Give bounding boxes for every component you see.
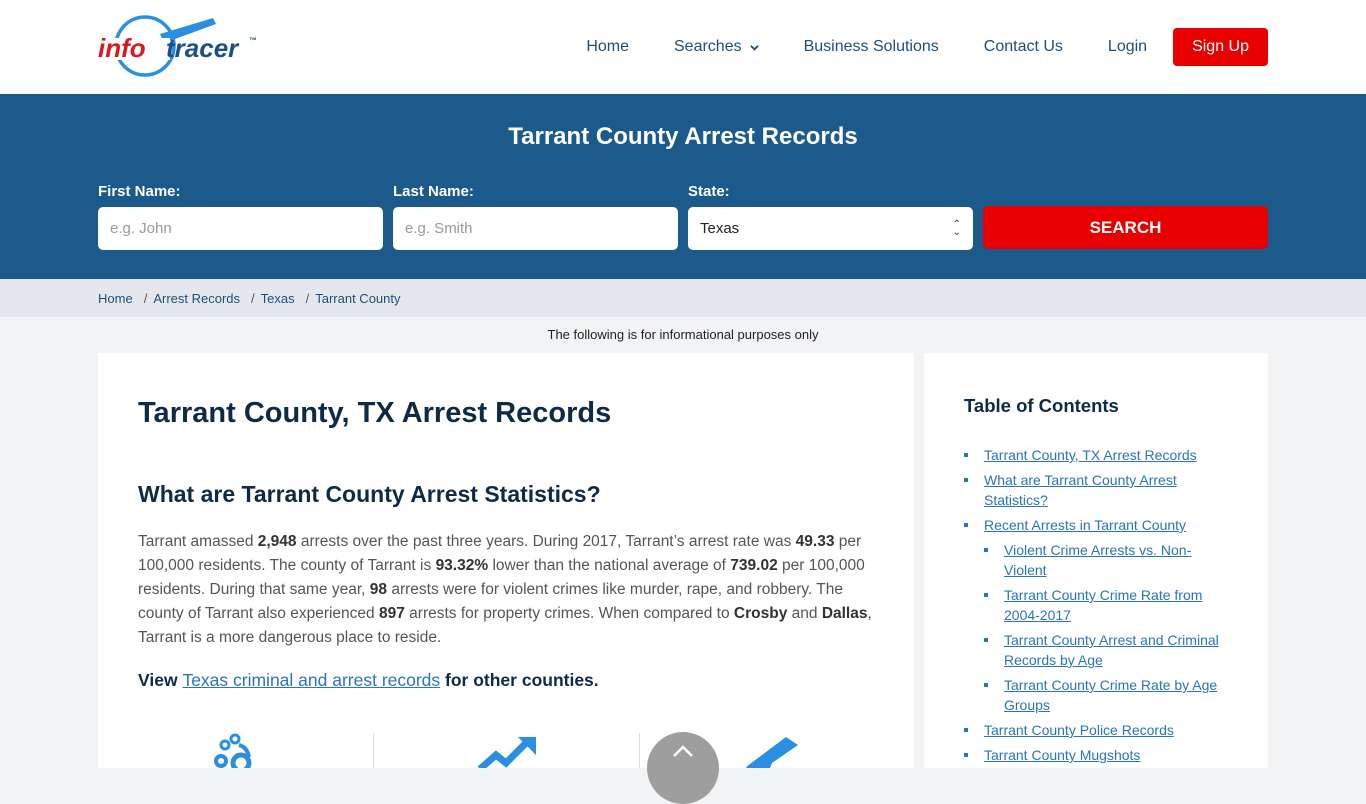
- toc-link[interactable]: Tarrant County Arrest and Criminal Recor…: [1004, 632, 1219, 668]
- nav-home-label: Home: [586, 38, 629, 55]
- breadcrumb-arrest-records[interactable]: Arrest Records: [153, 291, 240, 306]
- toc-link[interactable]: Tarrant County Mugshots: [984, 747, 1140, 763]
- arrest-rate: 49.33: [795, 533, 835, 550]
- last-name-input[interactable]: [405, 220, 666, 237]
- property-arrests: 897: [378, 605, 405, 622]
- toc-link[interactable]: What are Tarrant County Arrest Statistic…: [984, 472, 1177, 508]
- informational-notice: The following is for informational purpo…: [547, 327, 819, 342]
- state-label: State:: [688, 183, 730, 200]
- logo-info-text: info: [98, 33, 146, 63]
- back-to-top-button[interactable]: [647, 732, 719, 804]
- text: Tarrant amassed: [138, 533, 258, 550]
- last-name-box: [393, 207, 678, 250]
- violent-arrests: 98: [369, 581, 388, 598]
- nav-searches-label: Searches: [674, 38, 742, 55]
- page-title: Tarrant County, TX Arrest Records: [138, 397, 612, 429]
- trademark: ™: [249, 36, 257, 45]
- trend-up-icon: [477, 737, 536, 768]
- toc-link[interactable]: Violent Crime Arrests vs. Non-Violent: [1004, 542, 1191, 578]
- toc-subitem: Violent Crime Arrests vs. Non-Violent: [984, 540, 1228, 580]
- chevron-up-icon: [673, 745, 693, 757]
- stats-divider: [373, 733, 374, 768]
- national-average: 739.02: [730, 557, 778, 574]
- state-select[interactable]: Texas ⌃ ⌄: [688, 207, 973, 250]
- breadcrumb-texas[interactable]: Texas: [261, 291, 295, 306]
- view-other-counties: View Texas criminal and arrest records f…: [138, 670, 874, 691]
- compare-county-1: Crosby: [733, 605, 788, 622]
- nav-home[interactable]: Home: [586, 38, 629, 56]
- text: arrests over the past three years. Durin…: [296, 533, 796, 550]
- section-title: What are Tarrant County Arrest Statistic…: [138, 481, 601, 507]
- signup-label: Sign Up: [1192, 38, 1249, 55]
- nav-contact-us[interactable]: Contact Us: [984, 38, 1063, 56]
- state-select-value: Texas: [700, 220, 740, 237]
- toc-item: Tarrant County Police Records: [964, 720, 1228, 740]
- toc-link[interactable]: Tarrant County Crime Rate by Age Groups: [1004, 677, 1217, 713]
- signup-button[interactable]: Sign Up: [1173, 28, 1268, 66]
- breadcrumb-separator: /: [305, 290, 310, 306]
- article-content: Tarrant County, TX Arrest Records What a…: [98, 353, 914, 768]
- first-name-field: First Name:: [98, 183, 383, 250]
- state-field: State: Texas ⌃ ⌄: [688, 183, 973, 250]
- toc-item: Recent Arrests in Tarrant County: [964, 515, 1228, 535]
- logo-tracer-text: tracer: [166, 33, 240, 63]
- first-name-box: [98, 207, 383, 250]
- nav-searches[interactable]: Searches: [674, 38, 759, 56]
- chevron-down-icon: [749, 44, 759, 51]
- first-name-input[interactable]: [110, 220, 371, 237]
- stats-icons-row: [138, 733, 878, 768]
- nav-business-label: Business Solutions: [803, 38, 939, 55]
- statistics-paragraph: Tarrant amassed 2,948 arrests over the p…: [138, 530, 874, 650]
- toc-subitem: Tarrant County Crime Rate from 2004-2017: [984, 585, 1228, 625]
- text: lower than the national average of: [488, 557, 731, 574]
- breadcrumb-tarrant-county[interactable]: Tarrant County: [315, 291, 400, 306]
- view-suffix: for other counties.: [440, 670, 599, 690]
- nav-login[interactable]: Login: [1108, 38, 1147, 56]
- toc-link[interactable]: Tarrant County, TX Arrest Records: [984, 447, 1197, 463]
- breadcrumb-separator: /: [143, 290, 148, 306]
- percent-lower: 93.32%: [435, 557, 489, 574]
- texas-records-link[interactable]: Texas criminal and arrest records: [182, 670, 440, 690]
- toc-item: Tarrant County, TX Arrest Records: [964, 445, 1228, 465]
- toc-item: Tarrant County Mugshots: [964, 745, 1228, 765]
- nav-contact-label: Contact Us: [983, 38, 1063, 55]
- toc-link[interactable]: Tarrant County Police Records: [984, 722, 1174, 738]
- toc-item: What are Tarrant County Arrest Statistic…: [964, 470, 1228, 510]
- view-prefix: View: [138, 670, 183, 690]
- table-of-contents: Table of Contents Tarrant County, TX Arr…: [924, 353, 1268, 768]
- last-name-label: Last Name:: [393, 183, 474, 200]
- search-hero: Tarrant County Arrest Records First Name…: [0, 94, 1366, 279]
- text: arrests for property crimes. When compar…: [404, 605, 734, 622]
- toc-link[interactable]: Tarrant County Crime Rate from 2004-2017: [1004, 587, 1202, 623]
- toc-title: Table of Contents: [964, 395, 1119, 416]
- toc-list: Tarrant County, TX Arrest Records What a…: [964, 445, 1228, 765]
- gun-icon: [746, 737, 798, 768]
- hero-title: Tarrant County Arrest Records: [508, 123, 858, 150]
- compare-county-2: Dallas: [821, 605, 868, 622]
- first-name-label: First Name:: [98, 183, 181, 200]
- site-header: info tracer ™ Home Searches Business Sol…: [0, 0, 1366, 94]
- search-button[interactable]: SEARCH: [983, 206, 1268, 249]
- breadcrumb: Home / Arrest Records / Texas / Tarrant …: [0, 279, 1366, 317]
- text: and: [787, 605, 822, 622]
- breadcrumb-separator: /: [251, 290, 255, 306]
- stats-divider: [639, 733, 640, 768]
- main-nav: Home Searches Business Solutions Contact…: [586, 28, 1268, 66]
- toc-link[interactable]: Recent Arrests in Tarrant County: [984, 517, 1186, 533]
- total-arrests: 2,948: [257, 533, 297, 550]
- nav-business-solutions[interactable]: Business Solutions: [804, 38, 939, 56]
- last-name-field: Last Name:: [393, 183, 678, 250]
- breadcrumb-home[interactable]: Home: [98, 291, 133, 306]
- nav-login-label: Login: [1107, 38, 1148, 55]
- handcuffs-icon: [214, 733, 252, 768]
- infotracer-logo[interactable]: info tracer ™: [98, 14, 263, 80]
- select-updown-icon: ⌃ ⌄: [952, 218, 961, 238]
- toc-subitem: Tarrant County Crime Rate by Age Groups: [984, 675, 1228, 715]
- toc-subitem: Tarrant County Arrest and Criminal Recor…: [984, 630, 1228, 670]
